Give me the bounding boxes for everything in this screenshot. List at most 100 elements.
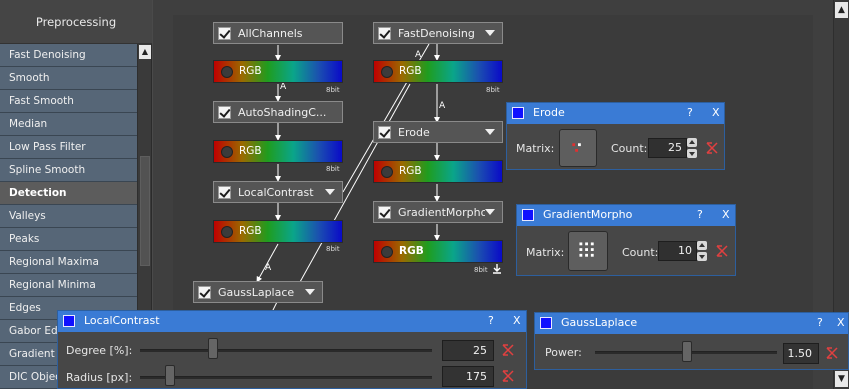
help-icon[interactable]: ? bbox=[488, 314, 494, 327]
sidebar-item[interactable]: Regional Minima bbox=[0, 274, 137, 297]
image-icon bbox=[221, 66, 233, 78]
help-icon[interactable]: ? bbox=[697, 208, 703, 221]
image-icon bbox=[381, 246, 393, 258]
panel-title: GaussLaplace bbox=[561, 316, 638, 329]
radius-label: Radius [px]: bbox=[66, 371, 133, 384]
count-stepper-arrows[interactable] bbox=[687, 138, 697, 158]
stepper-up-icon[interactable] bbox=[697, 241, 707, 250]
panel-header[interactable]: LocalContrast ? X bbox=[58, 311, 526, 332]
power-label: Power: bbox=[545, 346, 582, 359]
radius-slider[interactable] bbox=[140, 376, 432, 379]
sidebar-item[interactable]: Regional Maxima bbox=[0, 251, 137, 274]
count-label: Count: bbox=[622, 246, 659, 259]
stepper-down-icon[interactable] bbox=[697, 252, 707, 261]
close-icon[interactable]: X bbox=[837, 316, 845, 329]
degree-slider-handle[interactable] bbox=[208, 338, 218, 359]
matrix-label: Matrix: bbox=[516, 142, 555, 155]
reset-icon[interactable] bbox=[501, 369, 515, 383]
node-enable-checkbox[interactable] bbox=[378, 125, 391, 139]
node-enable-checkbox[interactable] bbox=[218, 26, 231, 40]
close-icon[interactable]: X bbox=[722, 208, 730, 221]
radius-input[interactable]: 175 bbox=[442, 366, 494, 387]
sidebar-item[interactable]: Fast Smooth bbox=[0, 90, 137, 113]
flow-label: A bbox=[415, 50, 422, 60]
node-all-channels[interactable]: AllChannels bbox=[213, 22, 343, 44]
scroll-down-icon[interactable]: ▼ bbox=[835, 371, 848, 387]
node-gauss-laplace[interactable]: GaussLaplace bbox=[193, 281, 323, 303]
sidebar-item[interactable]: Median bbox=[0, 113, 137, 136]
reset-icon[interactable] bbox=[705, 141, 719, 155]
node-enable-checkbox[interactable] bbox=[378, 205, 391, 219]
sidebar-item[interactable]: Fast Denoising bbox=[0, 44, 137, 67]
image-icon bbox=[221, 226, 233, 238]
node-local-contrast[interactable]: LocalContrast bbox=[213, 181, 343, 203]
panel-color-icon bbox=[63, 315, 75, 327]
help-icon[interactable]: ? bbox=[687, 106, 693, 119]
chevron-down-icon[interactable] bbox=[325, 189, 335, 195]
count-stepper[interactable]: 10 bbox=[658, 241, 697, 261]
image-preview[interactable]: RGB bbox=[213, 220, 343, 243]
image-preview[interactable]: RGB bbox=[373, 160, 503, 183]
image-preview[interactable]: RGB bbox=[213, 60, 343, 83]
power-slider-handle[interactable] bbox=[682, 341, 692, 362]
count-stepper-arrows[interactable] bbox=[697, 241, 707, 261]
matrix-button[interactable] bbox=[568, 231, 608, 271]
panel-title: LocalContrast bbox=[84, 314, 160, 327]
node-label: AutoShadingC... bbox=[238, 105, 327, 119]
degree-input[interactable]: 25 bbox=[442, 340, 494, 361]
sidebar-item[interactable]: Spline Smooth bbox=[0, 159, 137, 182]
node-auto-shading[interactable]: AutoShadingC... bbox=[213, 101, 343, 123]
count-stepper[interactable]: 25 bbox=[648, 138, 687, 158]
download-icon[interactable] bbox=[492, 264, 502, 274]
image-icon bbox=[221, 146, 233, 158]
help-icon[interactable]: ? bbox=[817, 316, 823, 329]
chevron-down-icon[interactable] bbox=[305, 289, 315, 295]
node-enable-checkbox[interactable] bbox=[378, 26, 391, 40]
image-preview[interactable]: RGB bbox=[213, 140, 343, 163]
node-fast-denoising[interactable]: FastDenoising bbox=[373, 22, 503, 44]
close-icon[interactable]: X bbox=[513, 314, 521, 327]
panel-header[interactable]: GradientMorpho ? X bbox=[517, 205, 735, 226]
panel-header[interactable]: Erode ? X bbox=[507, 103, 724, 124]
node-gradient-morpho[interactable]: GradientMorpho bbox=[373, 201, 503, 223]
chevron-down-icon[interactable] bbox=[485, 209, 495, 215]
node-enable-checkbox[interactable] bbox=[198, 285, 211, 299]
node-enable-checkbox[interactable] bbox=[218, 105, 231, 119]
panel-color-icon bbox=[522, 209, 534, 221]
node-erode[interactable]: Erode bbox=[373, 121, 503, 143]
chevron-down-icon[interactable] bbox=[485, 30, 495, 36]
node-label: FastDenoising bbox=[398, 26, 475, 40]
reset-icon[interactable] bbox=[825, 346, 839, 360]
radius-slider-handle[interactable] bbox=[165, 365, 175, 386]
image-format-label: RGB bbox=[239, 65, 262, 77]
local-contrast-panel: LocalContrast ? X Degree [%]: 25 Radius … bbox=[57, 310, 527, 389]
reset-icon[interactable] bbox=[715, 244, 729, 258]
stepper-down-icon[interactable] bbox=[687, 149, 697, 158]
node-enable-checkbox[interactable] bbox=[218, 185, 231, 199]
sidebar-item[interactable]: Low Pass Filter bbox=[0, 136, 137, 159]
close-icon[interactable]: X bbox=[712, 106, 720, 119]
erode-panel: Erode ? X Matrix: Count: 25 bbox=[506, 102, 725, 170]
sidebar-title: Preprocessing bbox=[0, 0, 152, 44]
image-format-label: RGB bbox=[399, 65, 422, 77]
sidebar-item[interactable]: Valleys bbox=[0, 205, 137, 228]
sidebar-item[interactable]: Smooth bbox=[0, 67, 137, 90]
sidebar-item[interactable]: Peaks bbox=[0, 228, 137, 251]
scroll-up-icon[interactable]: ▲ bbox=[835, 2, 848, 18]
sidebar-scroll-thumb[interactable] bbox=[140, 156, 150, 266]
panel-header[interactable]: GaussLaplace ? X bbox=[535, 313, 848, 334]
panel-title: GradientMorpho bbox=[543, 208, 633, 221]
image-format-label: RGB bbox=[399, 245, 424, 257]
power-input[interactable]: 1.50 bbox=[783, 343, 819, 364]
flow-label: A bbox=[439, 101, 446, 111]
image-preview[interactable]: RGB bbox=[373, 240, 503, 263]
bit-depth-label: 8bit bbox=[326, 86, 340, 94]
stepper-up-icon[interactable] bbox=[687, 138, 697, 147]
image-preview[interactable]: RGB bbox=[373, 60, 503, 83]
chevron-down-icon[interactable] bbox=[485, 129, 495, 135]
degree-slider[interactable] bbox=[140, 349, 432, 352]
matrix-button[interactable] bbox=[559, 129, 597, 167]
reset-icon[interactable] bbox=[501, 343, 515, 357]
scroll-up-icon[interactable]: ▲ bbox=[139, 45, 151, 59]
node-label: GradientMorpho bbox=[398, 205, 485, 219]
